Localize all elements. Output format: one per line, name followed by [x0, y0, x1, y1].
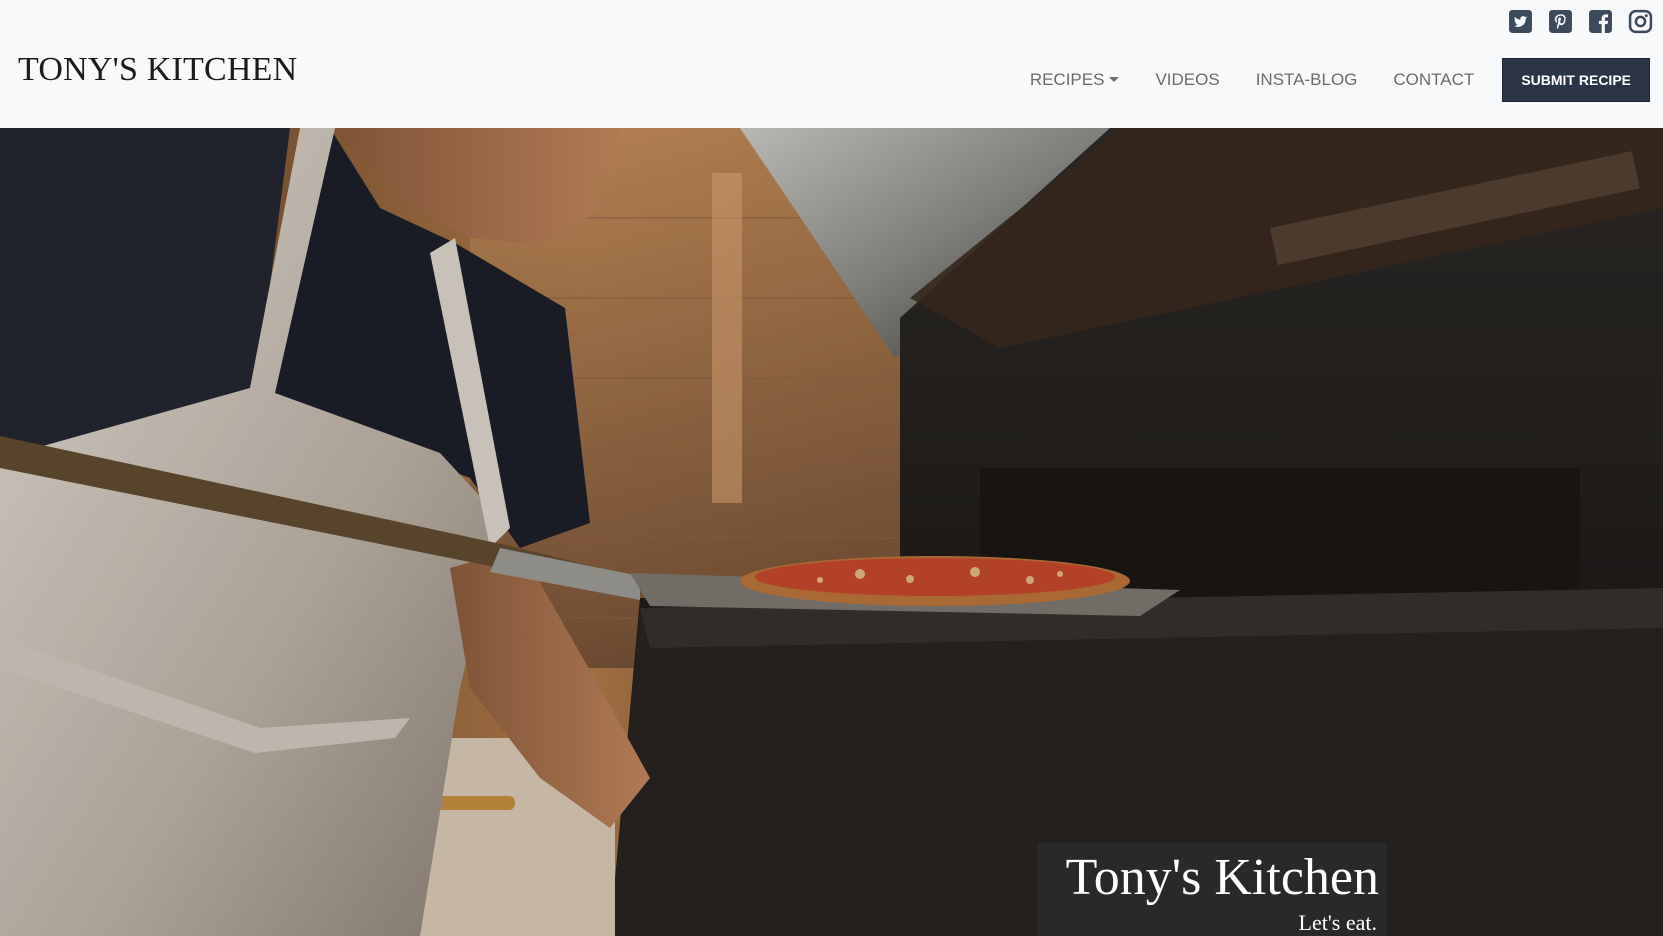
- instagram-icon[interactable]: [1628, 9, 1653, 34]
- social-links: [1508, 9, 1653, 34]
- twitter-icon[interactable]: [1508, 9, 1533, 34]
- nav-videos[interactable]: VIDEOS: [1137, 59, 1237, 101]
- nav-recipes-dropdown[interactable]: RECIPES: [1012, 59, 1138, 101]
- caret-down-icon: [1109, 76, 1120, 82]
- main-nav: RECIPES VIDEOS INSTA-BLOG CONTACT SUBMIT…: [1012, 58, 1650, 102]
- top-navbar: TONY'S KITCHEN RECIPES VIDEOS INSTA-BLOG…: [0, 0, 1663, 128]
- pinterest-icon[interactable]: [1548, 9, 1573, 34]
- hero-subtitle: Let's eat.: [1298, 910, 1377, 935]
- submit-recipe-button[interactable]: SUBMIT RECIPE: [1502, 58, 1650, 102]
- nav-insta-blog[interactable]: INSTA-BLOG: [1238, 59, 1376, 101]
- nav-contact[interactable]: CONTACT: [1375, 59, 1492, 101]
- brand-logo[interactable]: TONY'S KITCHEN: [18, 50, 297, 90]
- hero-caption: Tony's Kitchen Let's eat.: [1037, 843, 1387, 936]
- facebook-icon[interactable]: [1588, 9, 1613, 34]
- nav-recipes-label: RECIPES: [1029, 70, 1105, 89]
- hero-title: Tony's Kitchen: [1065, 849, 1379, 906]
- hero-banner: [0, 128, 1663, 936]
- hero-photo: [0, 128, 1663, 936]
